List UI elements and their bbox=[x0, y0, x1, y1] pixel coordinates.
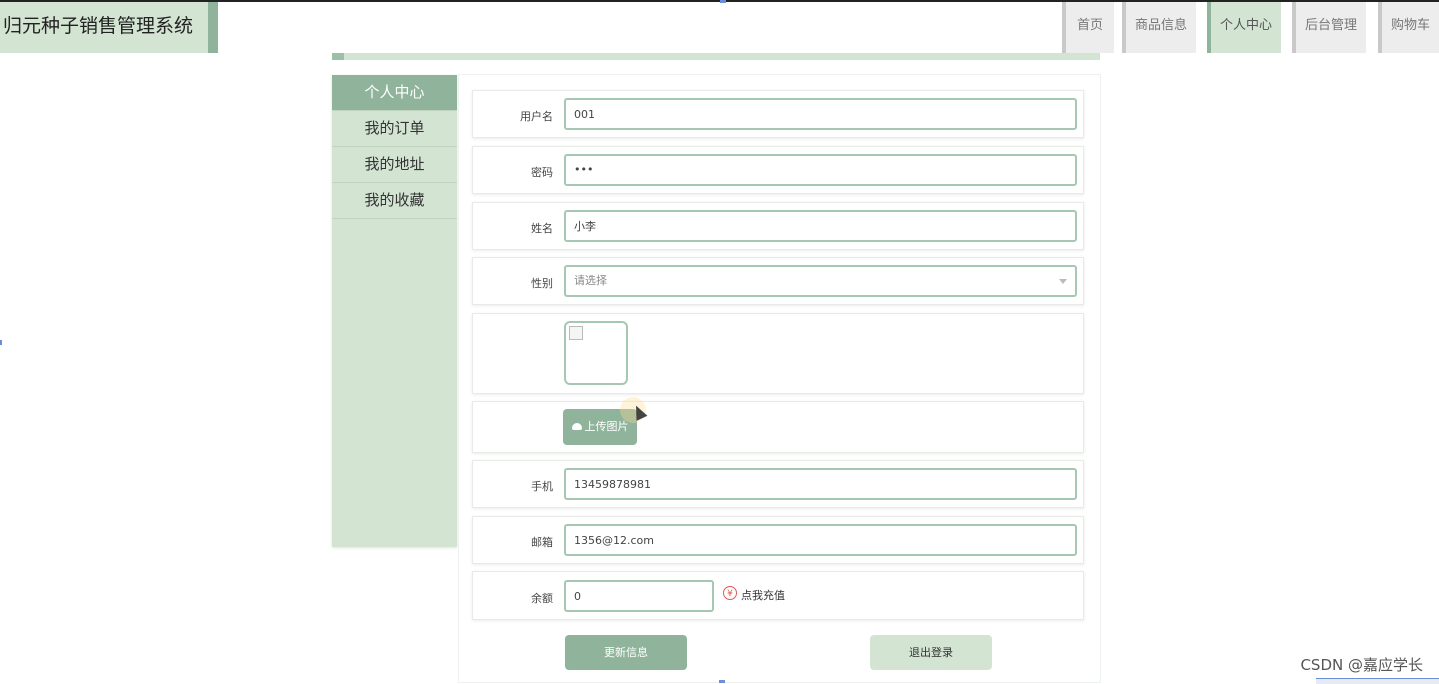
brand-title: 归元种子销售管理系统 bbox=[0, 2, 218, 53]
section-strip bbox=[332, 53, 1100, 60]
username-input[interactable] bbox=[564, 98, 1077, 130]
watermark: CSDN @嘉应学长 bbox=[1300, 656, 1423, 674]
broken-image-icon bbox=[569, 326, 583, 340]
name-label: 姓名 bbox=[531, 222, 553, 235]
form-row-avatar bbox=[472, 313, 1084, 394]
nav-personal-center[interactable]: 个人中心 bbox=[1207, 2, 1281, 53]
chevron-down-icon bbox=[1059, 279, 1067, 284]
gender-select[interactable]: 请选择 bbox=[564, 265, 1077, 297]
form-row-phone: 手机 bbox=[472, 460, 1084, 508]
recharge-link[interactable]: 点我充值 bbox=[741, 587, 785, 603]
update-info-button[interactable]: 更新信息 bbox=[565, 635, 687, 670]
taskbar-fragment bbox=[1316, 678, 1439, 684]
form-row-password: 密码 ••• bbox=[472, 146, 1084, 194]
nav-admin[interactable]: 后台管理 bbox=[1292, 2, 1366, 53]
email-label: 邮箱 bbox=[531, 536, 553, 549]
selection-handle bbox=[720, 0, 726, 3]
sidebar-item-my-favorites[interactable]: 我的收藏 bbox=[332, 183, 457, 219]
avatar-preview[interactable] bbox=[564, 321, 628, 385]
phone-input[interactable] bbox=[564, 468, 1077, 500]
upload-button-label: 上传图片 bbox=[584, 420, 629, 433]
form-row-gender: 性别 请选择 bbox=[472, 257, 1084, 305]
sidebar-item-personal-center[interactable]: 个人中心 bbox=[332, 75, 457, 111]
password-input[interactable]: ••• bbox=[564, 154, 1077, 186]
gender-select-placeholder: 请选择 bbox=[574, 274, 607, 287]
form-row-email: 邮箱 bbox=[472, 516, 1084, 564]
selection-handle-left bbox=[0, 340, 2, 345]
sidebar: 个人中心 我的订单 我的地址 我的收藏 bbox=[332, 75, 457, 547]
phone-label: 手机 bbox=[531, 480, 553, 493]
yuan-coin-icon[interactable]: ¥ bbox=[723, 586, 737, 600]
username-label: 用户名 bbox=[520, 110, 553, 123]
logout-button[interactable]: 退出登录 bbox=[870, 635, 992, 670]
balance-label: 余额 bbox=[531, 592, 553, 605]
balance-input[interactable] bbox=[564, 580, 714, 612]
sidebar-item-my-orders[interactable]: 我的订单 bbox=[332, 111, 457, 147]
password-label: 密码 bbox=[531, 166, 553, 179]
nav-home[interactable]: 首页 bbox=[1062, 2, 1114, 53]
nav-products[interactable]: 商品信息 bbox=[1122, 2, 1196, 53]
name-input[interactable] bbox=[564, 210, 1077, 242]
nav-cart[interactable]: 购物车 bbox=[1378, 2, 1439, 53]
form-row-upload: 上传图片 bbox=[472, 401, 1084, 453]
form-row-balance: 余额 ¥ 点我充值 bbox=[472, 571, 1084, 620]
cloud-upload-icon bbox=[571, 422, 582, 430]
form-row-name: 姓名 bbox=[472, 202, 1084, 250]
sidebar-item-my-address[interactable]: 我的地址 bbox=[332, 147, 457, 183]
email-input[interactable] bbox=[564, 524, 1077, 556]
form-row-username: 用户名 bbox=[472, 90, 1084, 138]
gender-label: 性别 bbox=[531, 277, 553, 290]
